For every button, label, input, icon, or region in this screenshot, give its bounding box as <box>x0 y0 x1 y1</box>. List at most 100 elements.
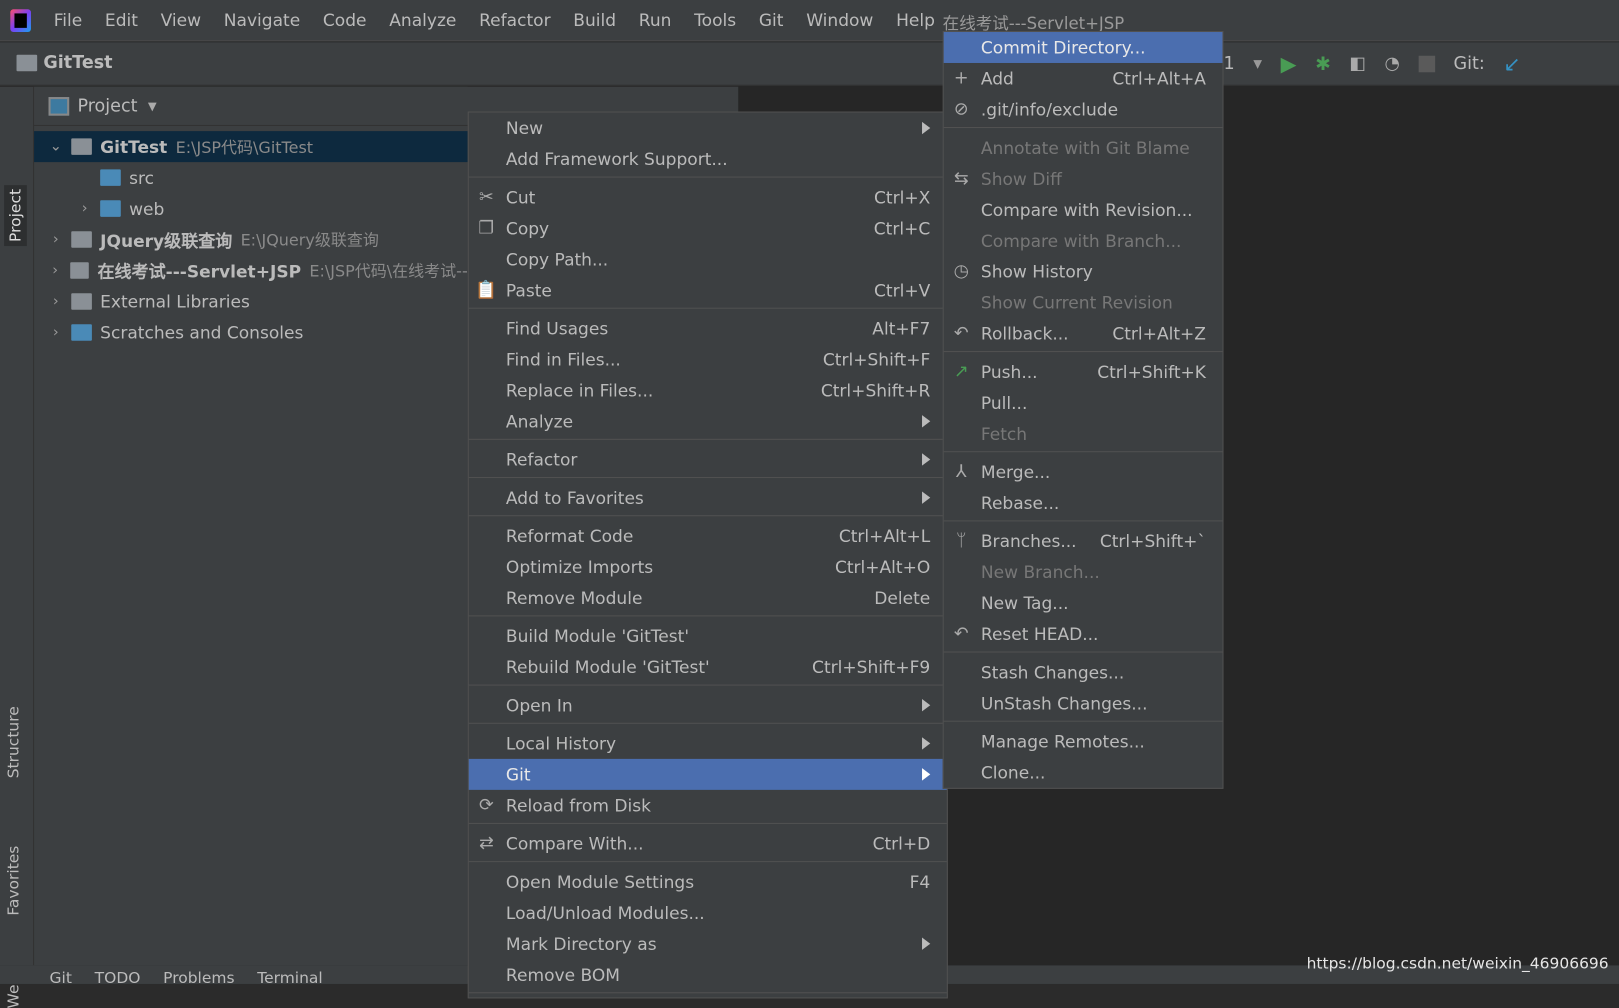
menu-item-git-info-exclude[interactable]: ⊘ .git/info/exclude <box>944 94 1223 125</box>
menu-view[interactable]: View <box>161 10 201 30</box>
menu-item-label: Commit Directory... <box>980 37 1146 58</box>
menu-item-rollback[interactable]: ↶ Rollback... Ctrl+Alt+Z <box>944 318 1223 349</box>
menu-tools[interactable]: Tools <box>694 10 736 30</box>
debug-bug-icon[interactable]: ✱ <box>1315 53 1331 75</box>
menu-item-mark-directory-as[interactable]: Mark Directory as <box>469 928 947 959</box>
menu-item-build-module-gittest[interactable]: Build Module 'GitTest' <box>469 621 947 652</box>
menu-item-refactor[interactable]: Refactor <box>469 444 947 475</box>
coverage-icon[interactable]: ◧ <box>1349 54 1366 75</box>
menu-item-show-current-revision[interactable]: Show Current Revision <box>944 287 1223 318</box>
menu-item-add[interactable]: + Add Ctrl+Alt+A <box>944 63 1223 94</box>
menu-item-local-history[interactable]: Local History <box>469 728 947 759</box>
menu-item-annotate-with-git-blame[interactable]: Annotate with Git Blame <box>944 132 1223 163</box>
chevron-down-icon[interactable]: ▾ <box>148 96 157 117</box>
menu-edit[interactable]: Edit <box>105 10 138 30</box>
tab-project[interactable]: Project <box>4 184 27 247</box>
menu-item-compare-with[interactable]: ⇄ Compare With... Ctrl+D <box>469 828 947 859</box>
menu-item-commit-directory[interactable]: Commit Directory... <box>943 32 1223 63</box>
menu-item-compare-with-branch[interactable]: Compare with Branch... <box>944 225 1223 256</box>
menu-item-show-history[interactable]: ◷ Show History <box>944 256 1223 287</box>
menu-window[interactable]: Window <box>806 10 873 30</box>
menu-item-rebuild-module-gittest[interactable]: Rebuild Module 'GitTest' Ctrl+Shift+F9 <box>469 652 947 683</box>
menu-item-find-in-files[interactable]: Find in Files... Ctrl+Shift+F <box>469 344 947 375</box>
menu-item-find-usages[interactable]: Find Usages Alt+F7 <box>469 313 947 344</box>
run-icon[interactable]: ▶ <box>1281 52 1297 77</box>
tree-node[interactable]: › Scratches and Consoles <box>34 317 468 348</box>
menu-item-label: Remove BOM <box>505 964 620 985</box>
tree-node[interactable]: ⌄ GitTest E:\JSP代码\GitTest <box>34 131 468 163</box>
menu-item-git[interactable]: Git <box>468 758 947 790</box>
tree-node[interactable]: › JQuery级联查询 E:\JQuery级联查询 <box>34 224 468 255</box>
breadcrumb-project[interactable]: GitTest <box>16 53 113 73</box>
menu-item-reset-head[interactable]: ↶ Reset HEAD... <box>944 618 1223 649</box>
menu-item-analyze[interactable]: Analyze <box>469 406 947 437</box>
menu-item-stash-changes[interactable]: Stash Changes... <box>944 657 1223 688</box>
tab-structure[interactable]: Structure <box>4 706 23 778</box>
menu-item-merge[interactable]: ⅄ Merge... <box>944 456 1223 487</box>
menu-build[interactable]: Build <box>573 10 616 30</box>
menu-item-label: Show History <box>980 261 1093 282</box>
menu-code[interactable]: Code <box>323 10 367 30</box>
menu-item-add-framework-support[interactable]: Add Framework Support... <box>469 144 947 175</box>
tab-favorites[interactable]: Favorites <box>4 846 23 916</box>
menu-analyze[interactable]: Analyze <box>389 10 456 30</box>
tool-tab-problems[interactable]: Problems <box>163 968 234 983</box>
menu-refactor[interactable]: Refactor <box>479 10 550 30</box>
menu-item-new-tag[interactable]: New Tag... <box>944 587 1223 618</box>
expand-chevron-icon[interactable]: › <box>49 324 63 341</box>
menu-item-fetch[interactable]: Fetch <box>944 418 1223 449</box>
git-update-arrow-icon[interactable]: ↙ <box>1503 52 1520 77</box>
menu-file[interactable]: File <box>54 10 83 30</box>
menu-item-push[interactable]: ↗ Push... Ctrl+Shift+K <box>944 356 1223 387</box>
menu-item-reload-from-disk[interactable]: ⟳ Reload from Disk <box>469 790 947 821</box>
tree-node[interactable]: › External Libraries <box>34 286 468 317</box>
tool-tab-terminal[interactable]: Terminal <box>257 968 322 983</box>
menu-item-reformat-code[interactable]: Reformat Code Ctrl+Alt+L <box>469 520 947 551</box>
tool-tab-git[interactable]: Git <box>50 968 72 983</box>
profiler-icon[interactable]: ◔ <box>1385 54 1400 75</box>
menu-item-pull[interactable]: Pull... <box>944 387 1223 418</box>
menu-item-replace-in-files[interactable]: Replace in Files... Ctrl+Shift+R <box>469 375 947 406</box>
menu-item-copy-path[interactable]: Copy Path... <box>469 244 947 275</box>
tree-node[interactable]: › web <box>34 193 468 224</box>
menu-item-cut[interactable]: ✂ Cut Ctrl+X <box>469 182 947 213</box>
tree-node[interactable]: src <box>34 162 468 193</box>
menu-item-load-unload-modules[interactable]: Load/Unload Modules... <box>469 897 947 928</box>
tool-tab-todo[interactable]: TODO <box>95 968 141 983</box>
tree-node[interactable]: › 在线考试---Servlet+JSP E:\JSP代码\在线考试-- <box>34 255 468 286</box>
stop-icon[interactable] <box>1418 55 1435 73</box>
menu-item-new-branch[interactable]: New Branch... <box>944 557 1223 588</box>
menu-item-rebase[interactable]: Rebase... <box>944 487 1223 518</box>
menu-item-add-to-favorites[interactable]: Add to Favorites <box>469 482 947 513</box>
submenu-arrow-icon <box>922 937 931 950</box>
chevron-down-icon[interactable]: ▾ <box>1253 54 1262 75</box>
menu-item-label: Open In <box>505 695 573 716</box>
menu-run[interactable]: Run <box>639 10 672 30</box>
expand-chevron-icon[interactable]: › <box>49 262 62 279</box>
menu-item-open-module-settings[interactable]: Open Module Settings F4 <box>469 866 947 897</box>
menu-separator <box>468 992 947 997</box>
project-view-selector[interactable]: Project <box>77 96 137 117</box>
menu-item-copy[interactable]: ❐ Copy Ctrl+C <box>469 213 947 244</box>
expand-chevron-icon[interactable]: › <box>49 293 63 310</box>
menu-item-show-diff[interactable]: ⇆ Show Diff <box>944 163 1223 194</box>
menu-item-compare-with-revision[interactable]: Compare with Revision... <box>944 194 1223 225</box>
menu-item-remove-module[interactable]: Remove Module Delete <box>469 582 947 613</box>
run-config-selector[interactable]: 1 <box>1224 54 1235 75</box>
menu-item-paste[interactable]: 📋 Paste Ctrl+V <box>469 275 947 306</box>
menu-git[interactable]: Git <box>759 10 784 30</box>
menu-item-remove-bom[interactable]: Remove BOM <box>469 959 947 990</box>
expand-chevron-icon[interactable]: › <box>49 231 63 248</box>
menu-item-optimize-imports[interactable]: Optimize Imports Ctrl+Alt+O <box>469 551 947 582</box>
menu-item-open-in[interactable]: Open In <box>469 690 947 721</box>
menu-item-manage-remotes[interactable]: Manage Remotes... <box>944 726 1223 757</box>
scratches-icon <box>71 324 92 341</box>
menu-item-new[interactable]: New <box>469 113 947 144</box>
expand-chevron-icon[interactable]: › <box>77 200 91 217</box>
expand-chevron-icon[interactable]: ⌄ <box>49 138 63 155</box>
menu-item-clone[interactable]: Clone... <box>944 757 1223 788</box>
menu-navigate[interactable]: Navigate <box>224 10 300 30</box>
menu-item-branches[interactable]: ᛘ Branches... Ctrl+Shift+` <box>944 526 1223 557</box>
menu-item-unstash-changes[interactable]: UnStash Changes... <box>944 688 1223 719</box>
menu-help[interactable]: Help <box>896 10 935 30</box>
